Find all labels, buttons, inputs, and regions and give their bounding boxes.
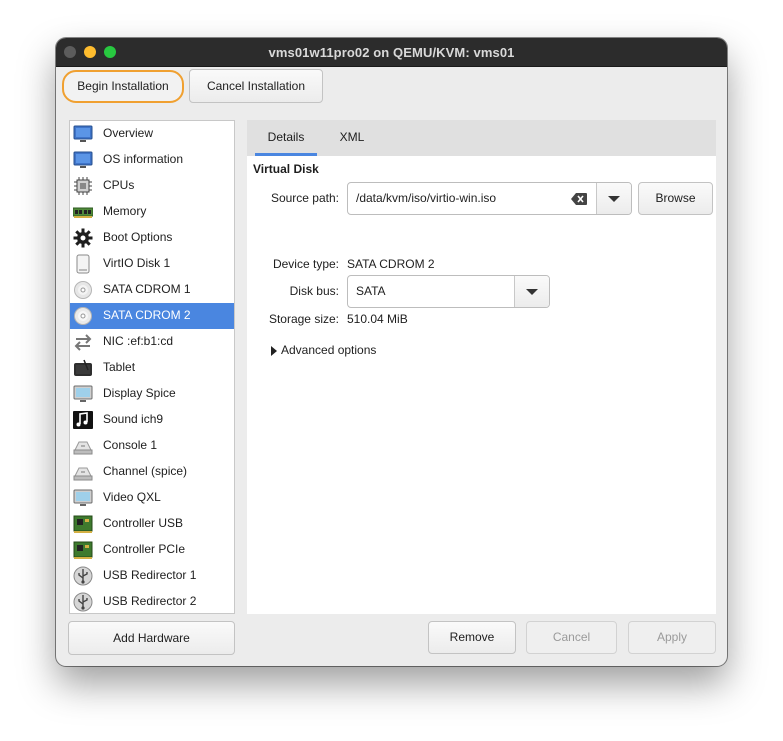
sidebar-item-usb-redirector-1[interactable]: USB Redirector 1	[70, 563, 234, 589]
monitor-icon	[73, 125, 93, 142]
window-title: vms01w11pro02 on QEMU/KVM: vms01	[268, 45, 515, 60]
disk-bus-value: SATA	[356, 284, 386, 298]
controller-icon	[73, 515, 93, 533]
usb-icon	[73, 566, 93, 586]
sidebar-item-boot-options[interactable]: Boot Options	[70, 225, 234, 251]
apply-button[interactable]: Apply	[628, 621, 716, 654]
sidebar-item-channel-spice[interactable]: Channel (spice)	[70, 459, 234, 485]
cdrom-icon	[74, 307, 92, 325]
sidebar-item-label: Console 1	[103, 438, 158, 452]
sidebar-item-video-qxl[interactable]: Video QXL	[70, 485, 234, 511]
title-bar[interactable]: vms01w11pro02 on QEMU/KVM: vms01	[56, 38, 727, 67]
sidebar-item-label: Sound ich9	[103, 412, 164, 426]
add-hardware-button[interactable]: Add Hardware	[68, 621, 235, 655]
sidebar-item-usb-redirector-2[interactable]: USB Redirector 2	[70, 589, 234, 613]
cancel-button[interactable]: Cancel	[526, 621, 617, 654]
advanced-options-expander[interactable]: Advanced options	[267, 340, 417, 362]
source-path-dropdown-button[interactable]	[596, 183, 631, 214]
sidebar-item-console-1[interactable]: Console 1	[70, 433, 234, 459]
sidebar-item-sata-cdrom-1[interactable]: SATA CDROM 1	[70, 277, 234, 303]
sound-icon	[73, 411, 93, 429]
advanced-options-label: Advanced options	[281, 343, 377, 357]
vm-details-window: vms01w11pro02 on QEMU/KVM: vms01 Begin I…	[56, 38, 727, 666]
sidebar-item-label: Channel (spice)	[103, 464, 188, 478]
disk-bus-select[interactable]: SATA	[347, 275, 550, 308]
sidebar-item-nic[interactable]: NIC :ef:b1:cd	[70, 329, 234, 355]
usb-icon	[73, 592, 93, 612]
display-icon	[73, 489, 93, 506]
sidebar-item-overview[interactable]: Overview	[70, 121, 234, 147]
storage-size-label: Storage size:	[268, 312, 339, 326]
details-panel: Details XML Virtual Disk Source path: /d…	[247, 120, 716, 614]
monitor-icon	[73, 151, 93, 168]
source-path-input[interactable]: /data/kvm/iso/virtio-win.iso	[356, 191, 496, 205]
sidebar-item-label: Tablet	[103, 360, 136, 374]
device-type-label: Device type:	[272, 257, 339, 271]
sidebar-item-label: NIC :ef:b1:cd	[103, 334, 174, 348]
tab-bar: Details XML	[247, 120, 716, 156]
sidebar-item-controller-usb[interactable]: Controller USB	[70, 511, 234, 537]
sidebar-item-label: USB Redirector 2	[103, 594, 197, 608]
sidebar-item-label: USB Redirector 1	[103, 568, 197, 582]
begin-installation-button[interactable]: Begin Installation	[62, 70, 184, 103]
source-path-label: Source path:	[270, 191, 339, 205]
storage-size-value: 510.04 MiB	[347, 312, 408, 326]
cpu-icon	[74, 177, 92, 195]
sidebar-item-display-spice[interactable]: Display Spice	[70, 381, 234, 407]
console-icon	[73, 441, 93, 455]
gear-icon	[73, 228, 93, 248]
sidebar-item-virtio-disk-1[interactable]: VirtIO Disk 1	[70, 251, 234, 277]
sidebar-item-label: Boot Options	[103, 230, 173, 244]
network-icon	[74, 334, 92, 351]
toolbar: Begin Installation Cancel Installation	[56, 67, 727, 109]
sidebar-item-os-information[interactable]: OS information	[70, 147, 234, 173]
remove-button[interactable]: Remove	[428, 621, 516, 654]
sidebar-item-sound-ich9[interactable]: Sound ich9	[70, 407, 234, 433]
cancel-installation-button[interactable]: Cancel Installation	[189, 69, 323, 103]
device-type-value: SATA CDROM 2	[347, 257, 435, 271]
sidebar-item-label: SATA CDROM 1	[103, 282, 191, 296]
sidebar-item-label: Memory	[103, 204, 147, 218]
hardware-list: Overview OS information CPUs Memory Boot…	[69, 120, 235, 614]
source-path-combo[interactable]: /data/kvm/iso/virtio-win.iso	[347, 182, 632, 215]
sidebar-item-label: SATA CDROM 2	[103, 308, 191, 322]
sidebar-item-label: Controller PCIe	[103, 542, 186, 556]
sidebar-item-label: OS information	[103, 152, 184, 166]
sidebar-item-label: Overview	[103, 126, 154, 140]
sidebar-item-label: Video QXL	[103, 490, 161, 504]
sidebar-item-label: Display Spice	[103, 386, 176, 400]
display-icon	[73, 385, 93, 402]
chevron-right-icon	[271, 346, 277, 356]
sidebar-item-tablet[interactable]: Tablet	[70, 355, 234, 381]
disk-bus-label: Disk bus:	[289, 284, 339, 298]
console-icon	[73, 467, 93, 481]
sidebar-item-memory[interactable]: Memory	[70, 199, 234, 225]
controller-icon	[73, 541, 93, 559]
sidebar-item-label: CPUs	[103, 178, 135, 192]
memory-icon	[73, 207, 93, 218]
sidebar-item-sata-cdrom-2[interactable]: SATA CDROM 2	[70, 303, 234, 329]
tablet-icon	[74, 359, 92, 376]
sidebar-item-controller-pcie[interactable]: Controller PCIe	[70, 537, 234, 563]
disk-bus-dropdown-button[interactable]	[514, 276, 549, 307]
section-title: Virtual Disk	[253, 162, 319, 176]
sidebar-item-label: Controller USB	[103, 516, 184, 530]
disk-icon	[76, 254, 90, 274]
sidebar-item-label: VirtIO Disk 1	[103, 256, 171, 270]
browse-button[interactable]: Browse	[638, 182, 713, 215]
cdrom-icon	[74, 281, 92, 299]
chevron-down-icon	[526, 289, 538, 295]
tab-details[interactable]: Details	[255, 120, 317, 156]
tab-xml[interactable]: XML	[327, 120, 377, 156]
sidebar-item-cpus[interactable]: CPUs	[70, 173, 234, 199]
chevron-down-icon	[608, 196, 620, 202]
clear-icon[interactable]	[571, 193, 587, 205]
